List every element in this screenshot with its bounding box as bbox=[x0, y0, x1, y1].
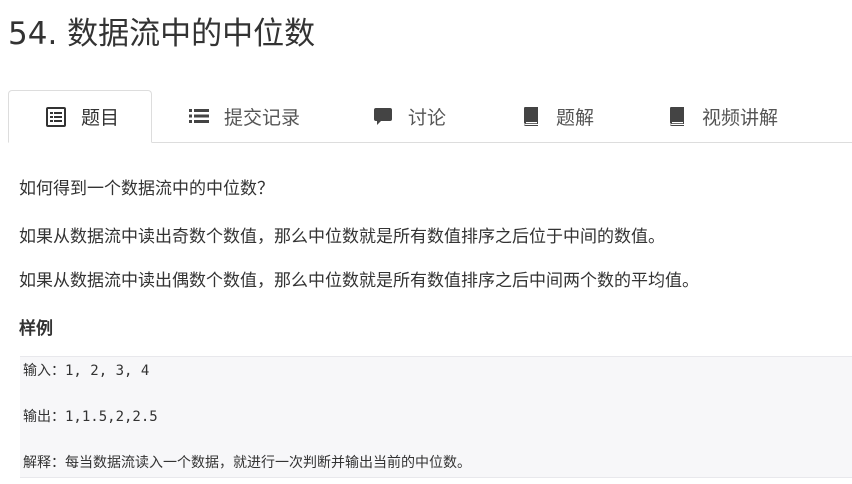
description-paragraph: 如果从数据流中读出奇数个数值，那么中位数就是所有数值排序之后位于中间的数值。 bbox=[19, 227, 665, 247]
example-line: 输入：1, 2, 3, 4 bbox=[23, 363, 150, 379]
comment-icon bbox=[372, 105, 394, 127]
document-list-icon bbox=[45, 106, 67, 128]
description-paragraph: 如何得到一个数据流中的中位数？ bbox=[19, 179, 274, 199]
book-icon bbox=[520, 105, 542, 127]
tab-discussion[interactable]: 讨论 bbox=[372, 90, 446, 142]
tab-video-explanation[interactable]: 视频讲解 bbox=[666, 90, 778, 142]
tab-label: 视频讲解 bbox=[702, 106, 779, 129]
page-title: 54. 数据流中的中位数 bbox=[8, 16, 316, 52]
example-code-block: 输入：1, 2, 3, 4 输出：1,1.5,2,2.5 解释：每当数据流读入一… bbox=[20, 356, 852, 478]
tab-submissions[interactable]: 提交记录 bbox=[188, 90, 300, 142]
tab-label: 题解 bbox=[556, 106, 595, 129]
problem-tabs: 题目 提交记录 讨论 题解 视频讲解 bbox=[8, 90, 852, 143]
list-icon bbox=[188, 105, 210, 127]
book-icon bbox=[666, 105, 688, 127]
tab-problem[interactable]: 题目 bbox=[8, 90, 152, 143]
example-heading: 样例 bbox=[19, 319, 53, 339]
tab-label: 讨论 bbox=[408, 106, 447, 129]
tab-label: 题目 bbox=[81, 107, 120, 129]
description-paragraph: 如果从数据流中读出偶数个数值，那么中位数就是所有数值排序之后中间两个数的平均值。 bbox=[19, 271, 699, 291]
example-line: 输出：1,1.5,2,2.5 bbox=[23, 409, 158, 425]
tab-solutions[interactable]: 题解 bbox=[520, 90, 594, 142]
tab-label: 提交记录 bbox=[224, 106, 301, 129]
example-line: 解释：每当数据流读入一个数据，就进行一次判断并输出当前的中位数。 bbox=[23, 455, 471, 471]
